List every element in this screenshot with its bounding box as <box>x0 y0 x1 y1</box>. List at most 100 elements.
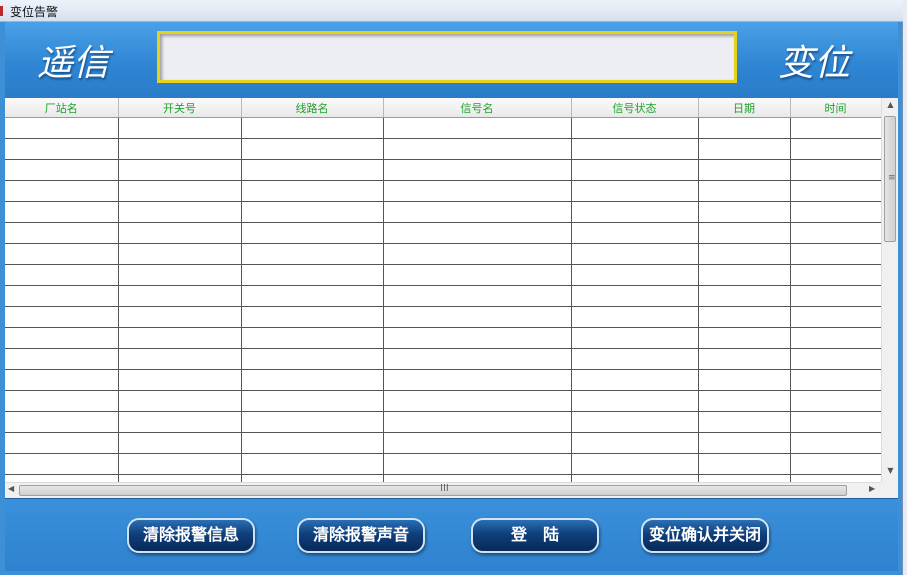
table-row[interactable] <box>5 411 882 433</box>
table-cell[interactable] <box>698 348 791 370</box>
table-cell[interactable] <box>790 453 882 475</box>
table-cell[interactable] <box>383 222 572 244</box>
table-cell[interactable] <box>698 180 791 202</box>
table-cell[interactable] <box>698 411 791 433</box>
table-cell[interactable] <box>698 432 791 454</box>
table-row[interactable] <box>5 369 882 391</box>
table-cell[interactable] <box>698 285 791 307</box>
clear-alarm-sound-button[interactable]: 清除报警声音 <box>297 518 425 553</box>
table-cell[interactable] <box>5 264 119 286</box>
table-cell[interactable] <box>790 327 882 349</box>
table-cell[interactable] <box>118 180 242 202</box>
table-cell[interactable] <box>571 432 699 454</box>
table-cell[interactable] <box>5 159 119 181</box>
table-cell[interactable] <box>571 285 699 307</box>
table-cell[interactable] <box>118 138 242 160</box>
table-cell[interactable] <box>790 138 882 160</box>
table-cell[interactable] <box>571 327 699 349</box>
table-cell[interactable] <box>241 369 384 391</box>
table-cell[interactable] <box>383 243 572 265</box>
vertical-scrollbar[interactable]: ▲ ≡ ▼ <box>881 98 898 482</box>
column-header-date[interactable]: 日期 <box>698 98 791 118</box>
table-row[interactable] <box>5 243 882 265</box>
column-header-switch-no[interactable]: 开关号 <box>118 98 242 118</box>
table-cell[interactable] <box>698 243 791 265</box>
title-bar[interactable]: 变位告警 <box>0 0 903 22</box>
table-cell[interactable] <box>383 306 572 328</box>
table-cell[interactable] <box>241 117 384 139</box>
table-cell[interactable] <box>241 201 384 223</box>
scroll-left-icon[interactable]: ◀ <box>8 484 14 493</box>
table-cell[interactable] <box>790 285 882 307</box>
table-cell[interactable] <box>383 411 572 433</box>
table-row[interactable] <box>5 327 882 349</box>
table-cell[interactable] <box>790 348 882 370</box>
table-cell[interactable] <box>5 222 119 244</box>
horizontal-scrollbar[interactable]: ◀ III ▶ <box>5 482 881 498</box>
table-cell[interactable] <box>118 348 242 370</box>
table-cell[interactable] <box>698 327 791 349</box>
table-cell[interactable] <box>118 369 242 391</box>
table-cell[interactable] <box>383 453 572 475</box>
table-row[interactable] <box>5 117 882 139</box>
table-row[interactable] <box>5 222 882 244</box>
table-cell[interactable] <box>5 117 119 139</box>
table-cell[interactable] <box>383 117 572 139</box>
table-cell[interactable] <box>118 222 242 244</box>
table-cell[interactable] <box>698 138 791 160</box>
table-cell[interactable] <box>118 243 242 265</box>
table-cell[interactable] <box>698 264 791 286</box>
table-cell[interactable] <box>118 390 242 412</box>
scroll-up-icon[interactable]: ▲ <box>882 100 899 109</box>
table-cell[interactable] <box>5 285 119 307</box>
table-cell[interactable] <box>698 222 791 244</box>
table-row[interactable] <box>5 201 882 223</box>
table-cell[interactable] <box>118 432 242 454</box>
table-cell[interactable] <box>241 138 384 160</box>
table-cell[interactable] <box>383 369 572 391</box>
table-cell[interactable] <box>383 138 572 160</box>
table-cell[interactable] <box>571 201 699 223</box>
column-header-station[interactable]: 厂站名 <box>5 98 119 118</box>
table-cell[interactable] <box>698 453 791 475</box>
table-cell[interactable] <box>5 180 119 202</box>
table-cell[interactable] <box>790 432 882 454</box>
table-cell[interactable] <box>383 180 572 202</box>
table-cell[interactable] <box>5 390 119 412</box>
table-row[interactable] <box>5 432 882 454</box>
table-cell[interactable] <box>241 285 384 307</box>
table-cell[interactable] <box>241 348 384 370</box>
table-cell[interactable] <box>698 201 791 223</box>
table-cell[interactable] <box>118 159 242 181</box>
table-cell[interactable] <box>241 390 384 412</box>
table-cell[interactable] <box>5 243 119 265</box>
table-row[interactable] <box>5 138 882 160</box>
table-cell[interactable] <box>571 117 699 139</box>
table-row[interactable] <box>5 159 882 181</box>
table-cell[interactable] <box>571 138 699 160</box>
table-cell[interactable] <box>5 201 119 223</box>
table-cell[interactable] <box>241 327 384 349</box>
table-row[interactable] <box>5 180 882 202</box>
table-cell[interactable] <box>118 327 242 349</box>
table-cell[interactable] <box>571 453 699 475</box>
login-button[interactable]: 登 陆 <box>471 518 599 553</box>
table-cell[interactable] <box>571 348 699 370</box>
confirm-and-close-button[interactable]: 变位确认并关闭 <box>641 518 769 553</box>
table-cell[interactable] <box>383 264 572 286</box>
table-cell[interactable] <box>241 432 384 454</box>
scroll-down-icon[interactable]: ▼ <box>882 466 899 475</box>
table-cell[interactable] <box>571 159 699 181</box>
table-cell[interactable] <box>571 264 699 286</box>
table-cell[interactable] <box>790 306 882 328</box>
table-cell[interactable] <box>383 201 572 223</box>
horizontal-scroll-thumb[interactable]: III <box>19 483 847 496</box>
table-cell[interactable] <box>118 264 242 286</box>
table-cell[interactable] <box>241 306 384 328</box>
table-cell[interactable] <box>5 306 119 328</box>
table-cell[interactable] <box>118 201 242 223</box>
table-cell[interactable] <box>118 285 242 307</box>
table-cell[interactable] <box>241 453 384 475</box>
table-cell[interactable] <box>383 390 572 412</box>
column-header-signal-name[interactable]: 信号名 <box>383 98 572 118</box>
